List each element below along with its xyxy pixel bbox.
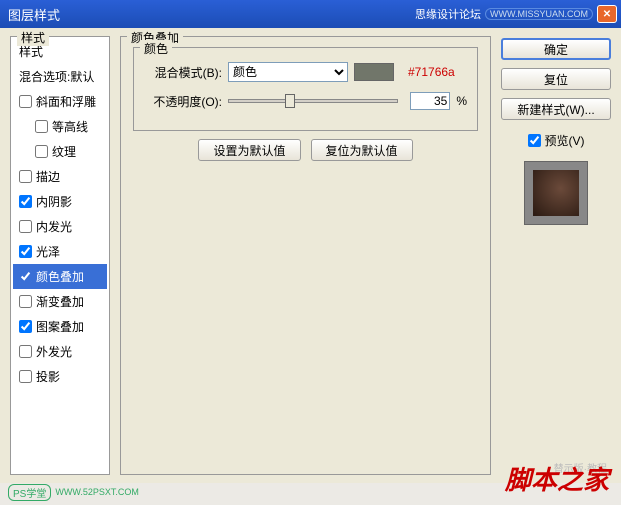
style-item-label: 颜色叠加 [36, 268, 84, 285]
window-title: 图层样式 [4, 5, 415, 24]
style-checkbox[interactable] [19, 95, 32, 108]
style-item-9[interactable]: 颜色叠加 [13, 264, 107, 289]
opacity-slider[interactable] [228, 99, 398, 103]
styles-label: 样式 [17, 29, 49, 46]
style-item-label: 外发光 [36, 343, 72, 360]
style-item-12[interactable]: 外发光 [13, 339, 107, 364]
blend-mode-select[interactable]: 颜色 [228, 62, 348, 82]
style-item-label: 投影 [36, 368, 60, 385]
style-checkbox[interactable] [35, 145, 48, 158]
forum-link: 思缘设计论坛 [415, 6, 481, 22]
style-checkbox[interactable] [19, 245, 32, 258]
style-item-13[interactable]: 投影 [13, 364, 107, 389]
style-item-8[interactable]: 光泽 [13, 239, 107, 264]
cancel-button[interactable]: 复位 [501, 68, 611, 90]
set-default-button[interactable]: 设置为默认值 [198, 139, 300, 161]
style-item-4[interactable]: 纹理 [13, 139, 107, 164]
new-style-button[interactable]: 新建样式(W)... [501, 98, 611, 120]
preview-checkbox[interactable] [528, 134, 541, 147]
footer-url: WWW.52PSXT.COM [55, 487, 139, 497]
reset-default-button[interactable]: 复位为默认值 [311, 139, 413, 161]
style-item-label: 斜面和浮雕 [36, 93, 96, 110]
opacity-unit: % [456, 94, 467, 108]
style-item-label: 混合选项:默认 [19, 68, 94, 85]
style-checkbox[interactable] [19, 220, 32, 233]
style-item-10[interactable]: 渐变叠加 [13, 289, 107, 314]
watermark: 脚本之家 [505, 460, 609, 497]
footer-badge: PS学堂 [8, 484, 51, 501]
blend-mode-label: 混合模式(B): [144, 64, 222, 81]
style-checkbox[interactable] [19, 345, 32, 358]
style-item-7[interactable]: 内发光 [13, 214, 107, 239]
style-checkbox[interactable] [19, 170, 32, 183]
style-item-11[interactable]: 图案叠加 [13, 314, 107, 339]
color-group-label: 颜色 [140, 40, 172, 57]
styles-panel: 样式 样式混合选项:默认斜面和浮雕等高线纹理描边内阴影内发光光泽颜色叠加渐变叠加… [10, 36, 110, 475]
style-item-label: 纹理 [52, 143, 76, 160]
forum-url: WWW.MISSYUAN.COM [485, 8, 593, 20]
close-icon[interactable]: ✕ [597, 5, 617, 23]
style-item-label: 描边 [36, 168, 60, 185]
style-checkbox[interactable] [19, 370, 32, 383]
style-checkbox[interactable] [19, 195, 32, 208]
style-checkbox[interactable] [35, 120, 48, 133]
style-item-2[interactable]: 斜面和浮雕 [13, 89, 107, 114]
options-panel: 颜色叠加 颜色 混合模式(B): 颜色 #71766a 不透明度(O): % 设… [120, 36, 491, 475]
style-item-5[interactable]: 描边 [13, 164, 107, 189]
style-item-1[interactable]: 混合选项:默认 [13, 64, 107, 89]
style-item-label: 等高线 [52, 118, 88, 135]
style-item-label: 图案叠加 [36, 318, 84, 335]
style-item-label: 内发光 [36, 218, 72, 235]
ok-button[interactable]: 确定 [501, 38, 611, 60]
style-checkbox[interactable] [19, 270, 32, 283]
style-item-label: 内阴影 [36, 193, 72, 210]
style-checkbox[interactable] [19, 320, 32, 333]
preview-thumbnail [524, 161, 588, 225]
style-item-3[interactable]: 等高线 [13, 114, 107, 139]
opacity-label: 不透明度(O): [144, 93, 222, 110]
style-item-label: 光泽 [36, 243, 60, 260]
opacity-input[interactable] [410, 92, 450, 110]
style-checkbox[interactable] [19, 295, 32, 308]
style-item-label: 渐变叠加 [36, 293, 84, 310]
style-item-6[interactable]: 内阴影 [13, 189, 107, 214]
color-swatch[interactable] [354, 63, 394, 81]
color-hex: #71766a [408, 65, 455, 79]
preview-label: 预览(V) [545, 132, 585, 149]
